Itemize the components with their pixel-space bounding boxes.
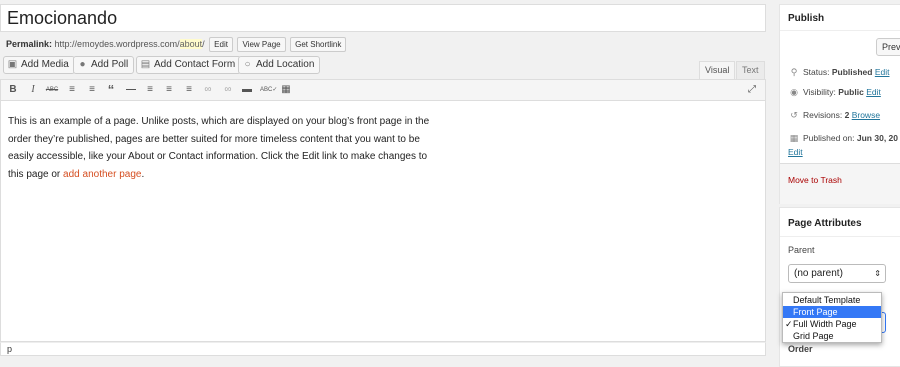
tab-visual[interactable]: Visual — [699, 61, 736, 79]
align-center-icon[interactable]: ≡ — [162, 83, 176, 97]
publish-heading: Publish — [788, 13, 825, 24]
publish-box: Publish Prev ⚲ Status: Published Edit ◉ Vi… — [779, 4, 900, 204]
status-label: Status: — [803, 67, 830, 77]
revisions-value: 2 — [844, 110, 850, 120]
template-option[interactable]: Default Template — [783, 294, 881, 306]
add-location-label: Add Location — [256, 59, 315, 70]
location-icon: ○ — [244, 59, 251, 70]
read-more-icon[interactable]: ▬ — [240, 83, 254, 97]
bullet-list-icon[interactable]: ≡ — [65, 83, 79, 97]
page-attributes-heading: Page Attributes — [788, 218, 862, 229]
add-poll-label: Add Poll — [91, 59, 129, 70]
edit-permalink-button[interactable]: Edit — [209, 37, 233, 53]
parent-select[interactable]: (no parent) ⇕ — [788, 264, 886, 283]
view-page-button[interactable]: View Page — [237, 37, 286, 53]
edit-visibility-link[interactable]: Edit — [866, 87, 881, 97]
permalink-row: Permalink: http://emoydes.wordpress.com/… — [6, 36, 347, 53]
align-right-icon[interactable]: ≡ — [182, 83, 196, 97]
blockquote-icon[interactable]: “ — [104, 83, 118, 97]
visibility-row: ◉ Visibility: Public Edit — [788, 87, 881, 98]
checkmark-icon: ✓ — [785, 319, 793, 329]
visibility-label: Visibility: — [803, 87, 836, 97]
parent-label: Parent — [788, 245, 815, 255]
fullscreen-icon[interactable]: ⤢ — [745, 83, 759, 97]
select-arrows-icon: ⇕ — [874, 269, 881, 278]
revisions-row: ↺ Revisions: 2 Browse — [788, 110, 880, 121]
editor-path-bar: p — [0, 342, 766, 356]
option-label: Default Template — [793, 295, 861, 305]
align-left-icon[interactable]: ≡ — [143, 83, 157, 97]
pin-icon: ⚲ — [790, 67, 798, 77]
published-label: Published on: — [803, 133, 855, 143]
content-line: this page or add another page. — [8, 166, 448, 184]
history-icon: ↺ — [790, 110, 798, 120]
add-media-label: Add Media — [21, 59, 69, 70]
editor-content-text[interactable]: This is an example of a page. Unlike pos… — [8, 113, 448, 183]
order-label: Order — [788, 344, 813, 354]
spellcheck-icon[interactable]: ABC✓ — [260, 83, 277, 97]
contact-form-icon: ▤ — [140, 59, 151, 70]
get-shortlink-button[interactable]: Get Shortlink — [290, 37, 347, 53]
permalink-slug[interactable]: about — [179, 39, 203, 49]
browse-revisions-link[interactable]: Browse — [852, 110, 880, 120]
unlink-icon[interactable]: ∞ — [221, 83, 235, 97]
poll-icon: ● — [79, 59, 86, 70]
add-contact-form-label: Add Contact Form — [154, 59, 236, 70]
editor-toolbar: B I ABC ≡ ≡ “ — ≡ ≡ ≡ ∞ ∞ ▬ ABC✓ ▦ ⤢ — [0, 79, 766, 101]
content-text-span: this page or — [8, 168, 64, 180]
option-label: Full Width Page — [793, 319, 857, 329]
permalink-label: Permalink: — [6, 39, 53, 49]
status-value: Published — [831, 67, 873, 77]
option-label: Front Page — [793, 307, 838, 317]
add-poll-button[interactable]: ● Add Poll — [73, 56, 135, 74]
template-option-highlighted[interactable]: Front Page — [783, 306, 881, 318]
eye-icon: ◉ — [790, 87, 798, 97]
link-icon[interactable]: ∞ — [201, 83, 215, 97]
visibility-value: Public — [838, 87, 864, 97]
parent-select-value: (no parent) — [794, 268, 843, 279]
title-input[interactable]: Emocionando — [0, 4, 766, 32]
edit-date-link[interactable]: Edit — [788, 147, 803, 157]
horizontal-rule-icon[interactable]: — — [124, 83, 138, 97]
content-line: easily accessible, like your About or Co… — [8, 151, 428, 162]
edit-status-link[interactable]: Edit — [875, 67, 890, 77]
revisions-label: Revisions: — [803, 110, 843, 120]
toolbar-toggle-icon[interactable]: ▦ — [279, 83, 293, 97]
add-location-button[interactable]: ○ Add Location — [238, 56, 321, 74]
permalink-base[interactable]: http://emoydes.wordpress.com/ — [55, 39, 180, 49]
numbered-list-icon[interactable]: ≡ — [85, 83, 99, 97]
add-media-button[interactable]: ▣ Add Media — [3, 56, 75, 74]
bold-icon[interactable]: B — [6, 83, 20, 97]
published-value: Jun 30, 20 — [856, 133, 898, 143]
content-line: This is an example of a page. Unlike pos… — [8, 116, 430, 127]
media-icon: ▣ — [7, 59, 18, 70]
published-edit-row: Edit — [788, 147, 803, 157]
page-attributes-box: Page Attributes Parent (no parent) ⇕ Ord… — [779, 207, 900, 367]
tab-text[interactable]: Text — [736, 61, 765, 79]
permalink-trail: / — [202, 39, 205, 49]
template-dropdown-menu: Default Template Front Page ✓ Full Width … — [782, 292, 882, 343]
move-to-trash-link[interactable]: Move to Trash — [788, 175, 842, 185]
add-another-page-link[interactable]: add another page — [63, 169, 141, 180]
option-label: Grid Page — [793, 331, 834, 341]
template-option-checked[interactable]: ✓ Full Width Page — [783, 318, 881, 330]
preview-button[interactable]: Prev — [876, 38, 900, 56]
published-on-row: ▦ Published on: Jun 30, 20 — [788, 133, 898, 144]
template-option[interactable]: Grid Page — [783, 330, 881, 342]
italic-icon[interactable]: I — [26, 83, 40, 97]
status-row: ⚲ Status: Published Edit — [788, 67, 890, 78]
strikethrough-icon[interactable]: ABC — [45, 83, 59, 97]
element-path[interactable]: p — [7, 344, 12, 354]
calendar-icon: ▦ — [789, 133, 799, 143]
content-line: order they’re published, pages are bette… — [8, 133, 420, 145]
content-text-span: . — [141, 168, 145, 180]
add-contact-form-button[interactable]: ▤ Add Contact Form — [136, 56, 242, 74]
